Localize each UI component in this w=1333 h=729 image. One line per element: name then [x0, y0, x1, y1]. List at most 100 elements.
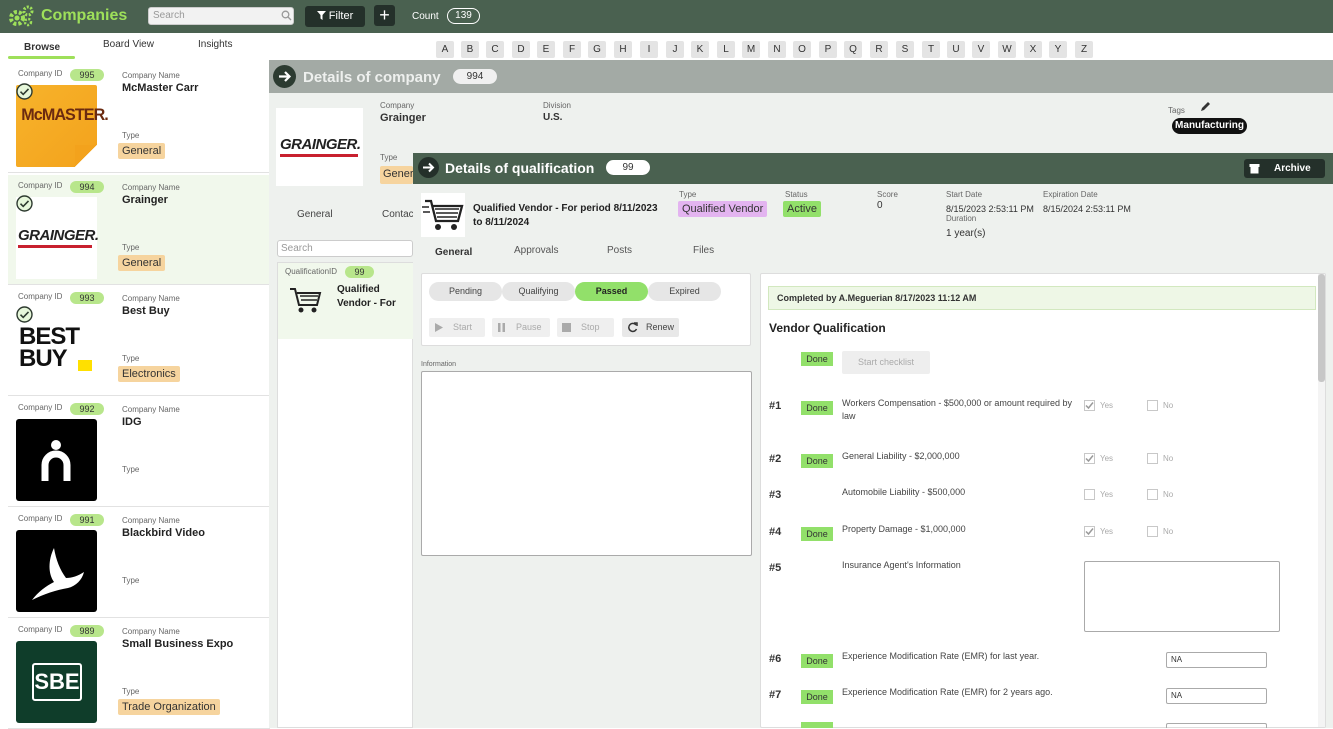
no-checkbox[interactable] — [1147, 453, 1158, 464]
start-button[interactable]: Start — [429, 318, 485, 337]
stop-label: Stop — [581, 322, 600, 332]
company-card[interactable]: Company ID 991 Company Name Blackbird Video… — [8, 508, 270, 618]
company-id-label: Company ID — [18, 69, 63, 78]
letter-a-button[interactable]: A — [436, 41, 454, 58]
pause-label: Pause — [516, 322, 542, 332]
tab-company-contacts[interactable]: Contacts — [382, 209, 413, 220]
company-card[interactable]: Company ID 993 Company Name Best Buy Type Ele… — [8, 286, 270, 396]
qualification-list-item[interactable]: QualificationID 99 Qualified Vendor - Fo… — [278, 263, 413, 339]
archive-button[interactable]: Archive — [1244, 159, 1325, 178]
letter-f-button[interactable]: F — [563, 41, 581, 58]
pencil-icon[interactable] — [1200, 100, 1212, 112]
letter-z-button[interactable]: Z — [1075, 41, 1093, 58]
grainger-logo-text: GRAINGER. — [280, 136, 361, 153]
arrow-right-icon[interactable] — [273, 65, 296, 88]
cart-icon — [290, 288, 322, 313]
letter-d-button[interactable]: D — [512, 41, 530, 58]
tab-qual-files[interactable]: Files — [693, 245, 714, 256]
renew-icon — [628, 322, 638, 333]
information-textarea[interactable] — [421, 371, 752, 556]
no-checkbox[interactable] — [1147, 489, 1158, 500]
state-passed[interactable]: Passed — [575, 282, 648, 301]
insurance-agent-textarea[interactable] — [1084, 561, 1280, 632]
search-input[interactable]: Search — [148, 7, 294, 25]
company-card[interactable]: Company ID 994 Company Name Grainger Type Gen… — [8, 175, 270, 285]
letter-g-button[interactable]: G — [588, 41, 606, 58]
letter-n-button[interactable]: N — [768, 41, 786, 58]
letter-s-button[interactable]: S — [896, 41, 914, 58]
letter-k-button[interactable]: K — [691, 41, 709, 58]
start-date-value: 8/15/2023 2:53:11 PM — [946, 204, 1034, 214]
letter-c-button[interactable]: C — [486, 41, 504, 58]
letter-t-button[interactable]: T — [922, 41, 940, 58]
checklist-title: Vendor Qualification — [769, 321, 886, 335]
idg-glyph-icon — [41, 440, 71, 481]
no-checkbox[interactable] — [1147, 526, 1158, 537]
letter-p-button[interactable]: P — [819, 41, 837, 58]
letter-w-button[interactable]: W — [998, 41, 1016, 58]
letter-l-button[interactable]: L — [717, 41, 735, 58]
tab-qual-approvals[interactable]: Approvals — [514, 245, 558, 256]
no-checkbox[interactable] — [1147, 400, 1158, 411]
state-qualifying[interactable]: Qualifying — [502, 282, 575, 301]
tab-underline — [8, 56, 75, 59]
yes-checkbox[interactable] — [1084, 400, 1095, 411]
status-label: Status — [785, 190, 808, 199]
tab-qual-general[interactable]: General — [435, 247, 472, 258]
letter-e-button[interactable]: E — [537, 41, 555, 58]
qualification-search-input[interactable]: Search — [277, 240, 413, 257]
letter-h-button[interactable]: H — [614, 41, 632, 58]
emr-input[interactable]: NA — [1166, 652, 1267, 668]
tab-insights[interactable]: Insights — [198, 39, 232, 50]
expiration-date-value: 8/15/2024 2:53:11 PM — [1043, 204, 1131, 214]
tab-browse[interactable]: Browse — [24, 42, 60, 53]
state-pending[interactable]: Pending — [429, 282, 502, 301]
company-name: Blackbird Video — [122, 527, 205, 539]
letter-r-button[interactable]: R — [870, 41, 888, 58]
tab-board-view[interactable]: Board View — [103, 39, 154, 50]
yes-checkbox[interactable] — [1084, 453, 1095, 464]
company-type-badge: General — [118, 255, 166, 271]
yes-checkbox[interactable] — [1084, 526, 1095, 537]
letter-i-button[interactable]: I — [640, 41, 658, 58]
letter-j-button[interactable]: J — [666, 41, 684, 58]
filter-label: Filter — [328, 10, 354, 22]
letter-x-button[interactable]: X — [1024, 41, 1042, 58]
emr-input[interactable]: NA — [1166, 688, 1267, 704]
arrow-right-icon[interactable] — [418, 157, 439, 178]
tab-company-general[interactable]: General — [297, 209, 333, 220]
checklist-item-text: Workers Compensation - $500,000 or amoun… — [842, 398, 1072, 421]
company-card[interactable]: Company ID 995 Company Name McMaster Carr Ty… — [8, 63, 270, 173]
letter-v-button[interactable]: V — [972, 41, 990, 58]
tab-qual-posts[interactable]: Posts — [607, 245, 632, 256]
sbe-logo: SBE — [16, 641, 97, 723]
add-company-button[interactable]: + — [374, 5, 395, 26]
company-card[interactable]: Company ID 992 Company Name IDG Type — [8, 397, 270, 507]
check-circle-icon — [16, 306, 33, 323]
start-checklist-button[interactable]: Start checklist — [842, 351, 930, 374]
checklist-item-number: #6 — [769, 653, 782, 665]
checklist-item-text: Experience Modification Rate (EMR) for l… — [842, 651, 1040, 661]
checklist-done-badge: Done — [801, 352, 833, 366]
renew-button[interactable]: Renew — [622, 318, 679, 337]
score-label: Score — [877, 190, 898, 199]
letter-u-button[interactable]: U — [947, 41, 965, 58]
letter-q-button[interactable]: Q — [844, 41, 862, 58]
stop-button[interactable]: Stop — [557, 318, 614, 337]
company-name-label: Company Name — [122, 627, 180, 636]
letter-y-button[interactable]: Y — [1049, 41, 1067, 58]
letter-o-button[interactable]: O — [793, 41, 811, 58]
duration-value: 1 year(s) — [946, 228, 986, 239]
letter-m-button[interactable]: M — [742, 41, 760, 58]
expiration-date-label: Expiration Date — [1043, 190, 1098, 199]
pause-button[interactable]: Pause — [492, 318, 550, 337]
scrollbar-thumb[interactable] — [1318, 274, 1325, 382]
search-icon[interactable] — [281, 10, 292, 21]
tags-label: Tags — [1168, 106, 1185, 115]
company-id-badge: 993 — [70, 292, 104, 304]
company-card[interactable]: Company ID 989 Company Name Small Business … — [8, 619, 270, 729]
letter-b-button[interactable]: B — [461, 41, 479, 58]
filter-button[interactable]: Filter — [305, 6, 365, 27]
yes-checkbox[interactable] — [1084, 489, 1095, 500]
state-expired[interactable]: Expired — [648, 282, 721, 301]
